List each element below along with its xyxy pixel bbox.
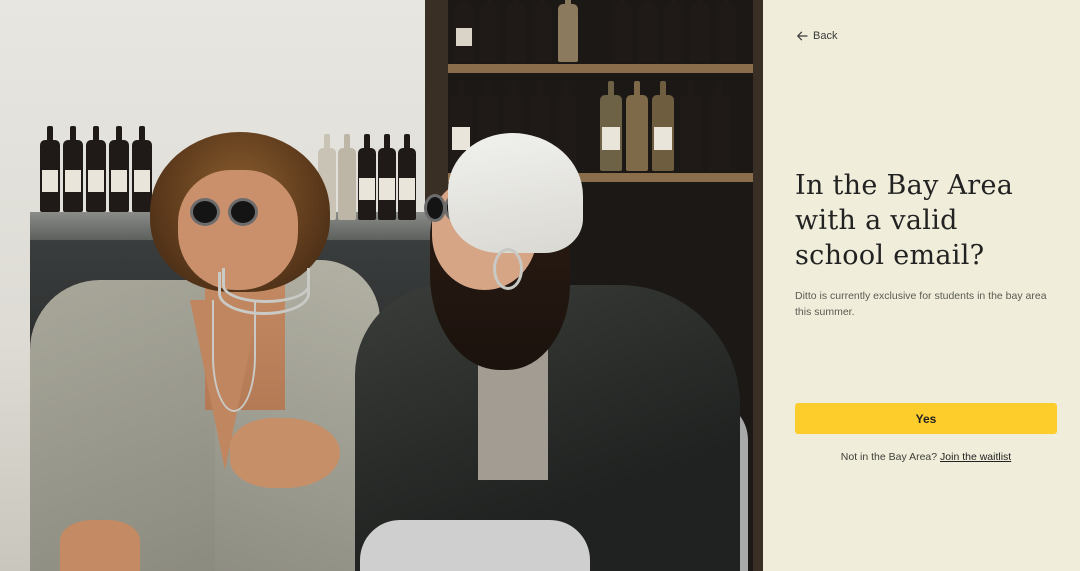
footer-prefix: Not in the Bay Area? <box>840 451 938 463</box>
bottle <box>454 0 474 62</box>
sunglasses <box>190 198 270 228</box>
bottle <box>600 81 622 171</box>
bottle <box>716 0 736 62</box>
title-line: school email? <box>795 240 985 271</box>
bottle <box>86 126 106 212</box>
arrow-left-icon <box>797 31 808 41</box>
page-title: In the Bay Area with a valid school emai… <box>795 168 1065 273</box>
side-panel: Back In the Bay Area with a valid school… <box>763 0 1080 571</box>
bottle <box>338 134 356 220</box>
bottle <box>132 126 152 212</box>
bottle <box>532 0 552 62</box>
bottle <box>378 134 396 220</box>
bottle <box>626 81 648 171</box>
waitlist-prompt: Not in the Bay Area? Join the waitlist <box>795 451 1057 463</box>
onboarding-screen: Back In the Bay Area with a valid school… <box>0 0 1080 571</box>
title-line: In the Bay Area <box>795 170 1014 201</box>
hero-photo <box>0 0 763 571</box>
title-line: with a valid <box>795 205 958 236</box>
bottle <box>40 126 60 212</box>
hoop-earring <box>493 248 523 290</box>
back-label: Back <box>813 30 838 42</box>
bottle <box>664 0 684 62</box>
woman-beanie <box>448 133 583 253</box>
description-text: Ditto is currently exclusive for student… <box>795 290 1047 318</box>
bottle <box>398 134 416 220</box>
bottle <box>680 81 702 171</box>
bottle <box>63 126 83 212</box>
bottle <box>480 0 500 62</box>
bottle <box>612 0 632 62</box>
bottle <box>358 134 376 220</box>
bottle <box>690 0 710 62</box>
bottle <box>506 0 526 62</box>
bottle <box>638 0 658 62</box>
bottle <box>109 126 129 212</box>
join-waitlist-link[interactable]: Join the waitlist <box>940 451 1011 463</box>
bottle <box>558 0 578 62</box>
yes-button[interactable]: Yes <box>795 403 1057 434</box>
back-button[interactable]: Back <box>796 30 837 42</box>
bottle <box>708 81 730 171</box>
bottle <box>652 81 674 171</box>
